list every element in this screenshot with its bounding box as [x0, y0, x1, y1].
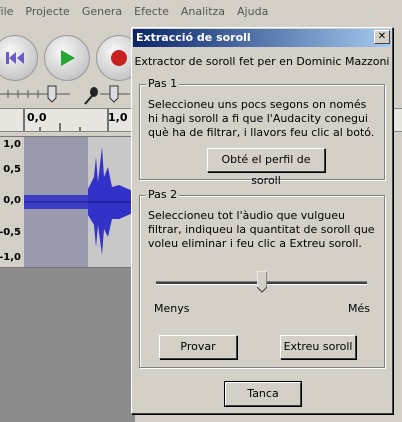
track-y-axis: 1,0 0,5 0,0 -0,5 -1,0: [0, 137, 24, 267]
menu-bar: File Projecte Genera Efecte Analitza Aju…: [0, 0, 402, 22]
y-tick-label: 1,0: [3, 139, 21, 150]
noise-amount-slider-thumb[interactable]: [256, 271, 267, 293]
audio-track[interactable]: 1,0 0,5 0,0 -0,5 -1,0: [0, 136, 135, 268]
menu-analyze[interactable]: Analitza: [175, 5, 231, 18]
step1-legend: Pas 1: [146, 77, 180, 90]
y-tick-label: -0,5: [0, 227, 21, 238]
menu-file[interactable]: File: [0, 5, 19, 18]
dialog-title: Extracció de soroll: [136, 31, 251, 44]
step1-group: Pas 1 Seleccioneu uns pocs segons on nom…: [139, 77, 385, 187]
play-icon: [61, 50, 75, 66]
play-button[interactable]: [44, 35, 90, 81]
microphone-icon: [84, 87, 98, 105]
y-tick-label: 0,5: [3, 164, 21, 175]
menu-effect[interactable]: Efecte: [128, 5, 175, 18]
dialog-subtitle: Extractor de soroll fet per en Dominic M…: [134, 55, 390, 68]
y-tick-label: -1,0: [0, 252, 21, 263]
menu-project[interactable]: Projecte: [19, 5, 75, 18]
skip-start-button[interactable]: [0, 35, 38, 81]
step1-instructions: Seleccioneu uns pocs segons on només hi …: [148, 98, 375, 139]
menu-generate[interactable]: Genera: [76, 5, 128, 18]
close-button[interactable]: Tanca: [224, 381, 302, 407]
slider-min-label: Menys: [154, 302, 190, 315]
preview-button[interactable]: Provar: [159, 335, 237, 359]
step2-instructions: Seleccioneu tot l'àudio que vulgueu filt…: [148, 209, 375, 250]
noise-removal-dialog: Extracció de soroll ✕ Extractor de sorol…: [131, 27, 393, 414]
skip-start-icon: [6, 52, 24, 64]
empty-track-area: [0, 268, 135, 422]
waveform: [24, 137, 135, 267]
menu-help[interactable]: Ajuda: [231, 5, 274, 18]
input-volume-slider[interactable]: [100, 84, 130, 106]
slider-max-label: Més: [348, 302, 370, 315]
y-tick-label: 0,0: [3, 195, 21, 206]
record-icon: [111, 50, 127, 66]
step2-legend: Pas 2: [146, 188, 180, 201]
ruler-label-start: 0,0: [27, 111, 47, 124]
dialog-titlebar[interactable]: Extracció de soroll: [133, 29, 391, 47]
ruler-label-one: 1,0: [108, 111, 128, 124]
remove-noise-button[interactable]: Extreu soroll: [280, 335, 356, 359]
close-icon[interactable]: ✕: [374, 30, 390, 44]
get-noise-profile-button[interactable]: Obté el perfil de soroll: [207, 148, 325, 187]
